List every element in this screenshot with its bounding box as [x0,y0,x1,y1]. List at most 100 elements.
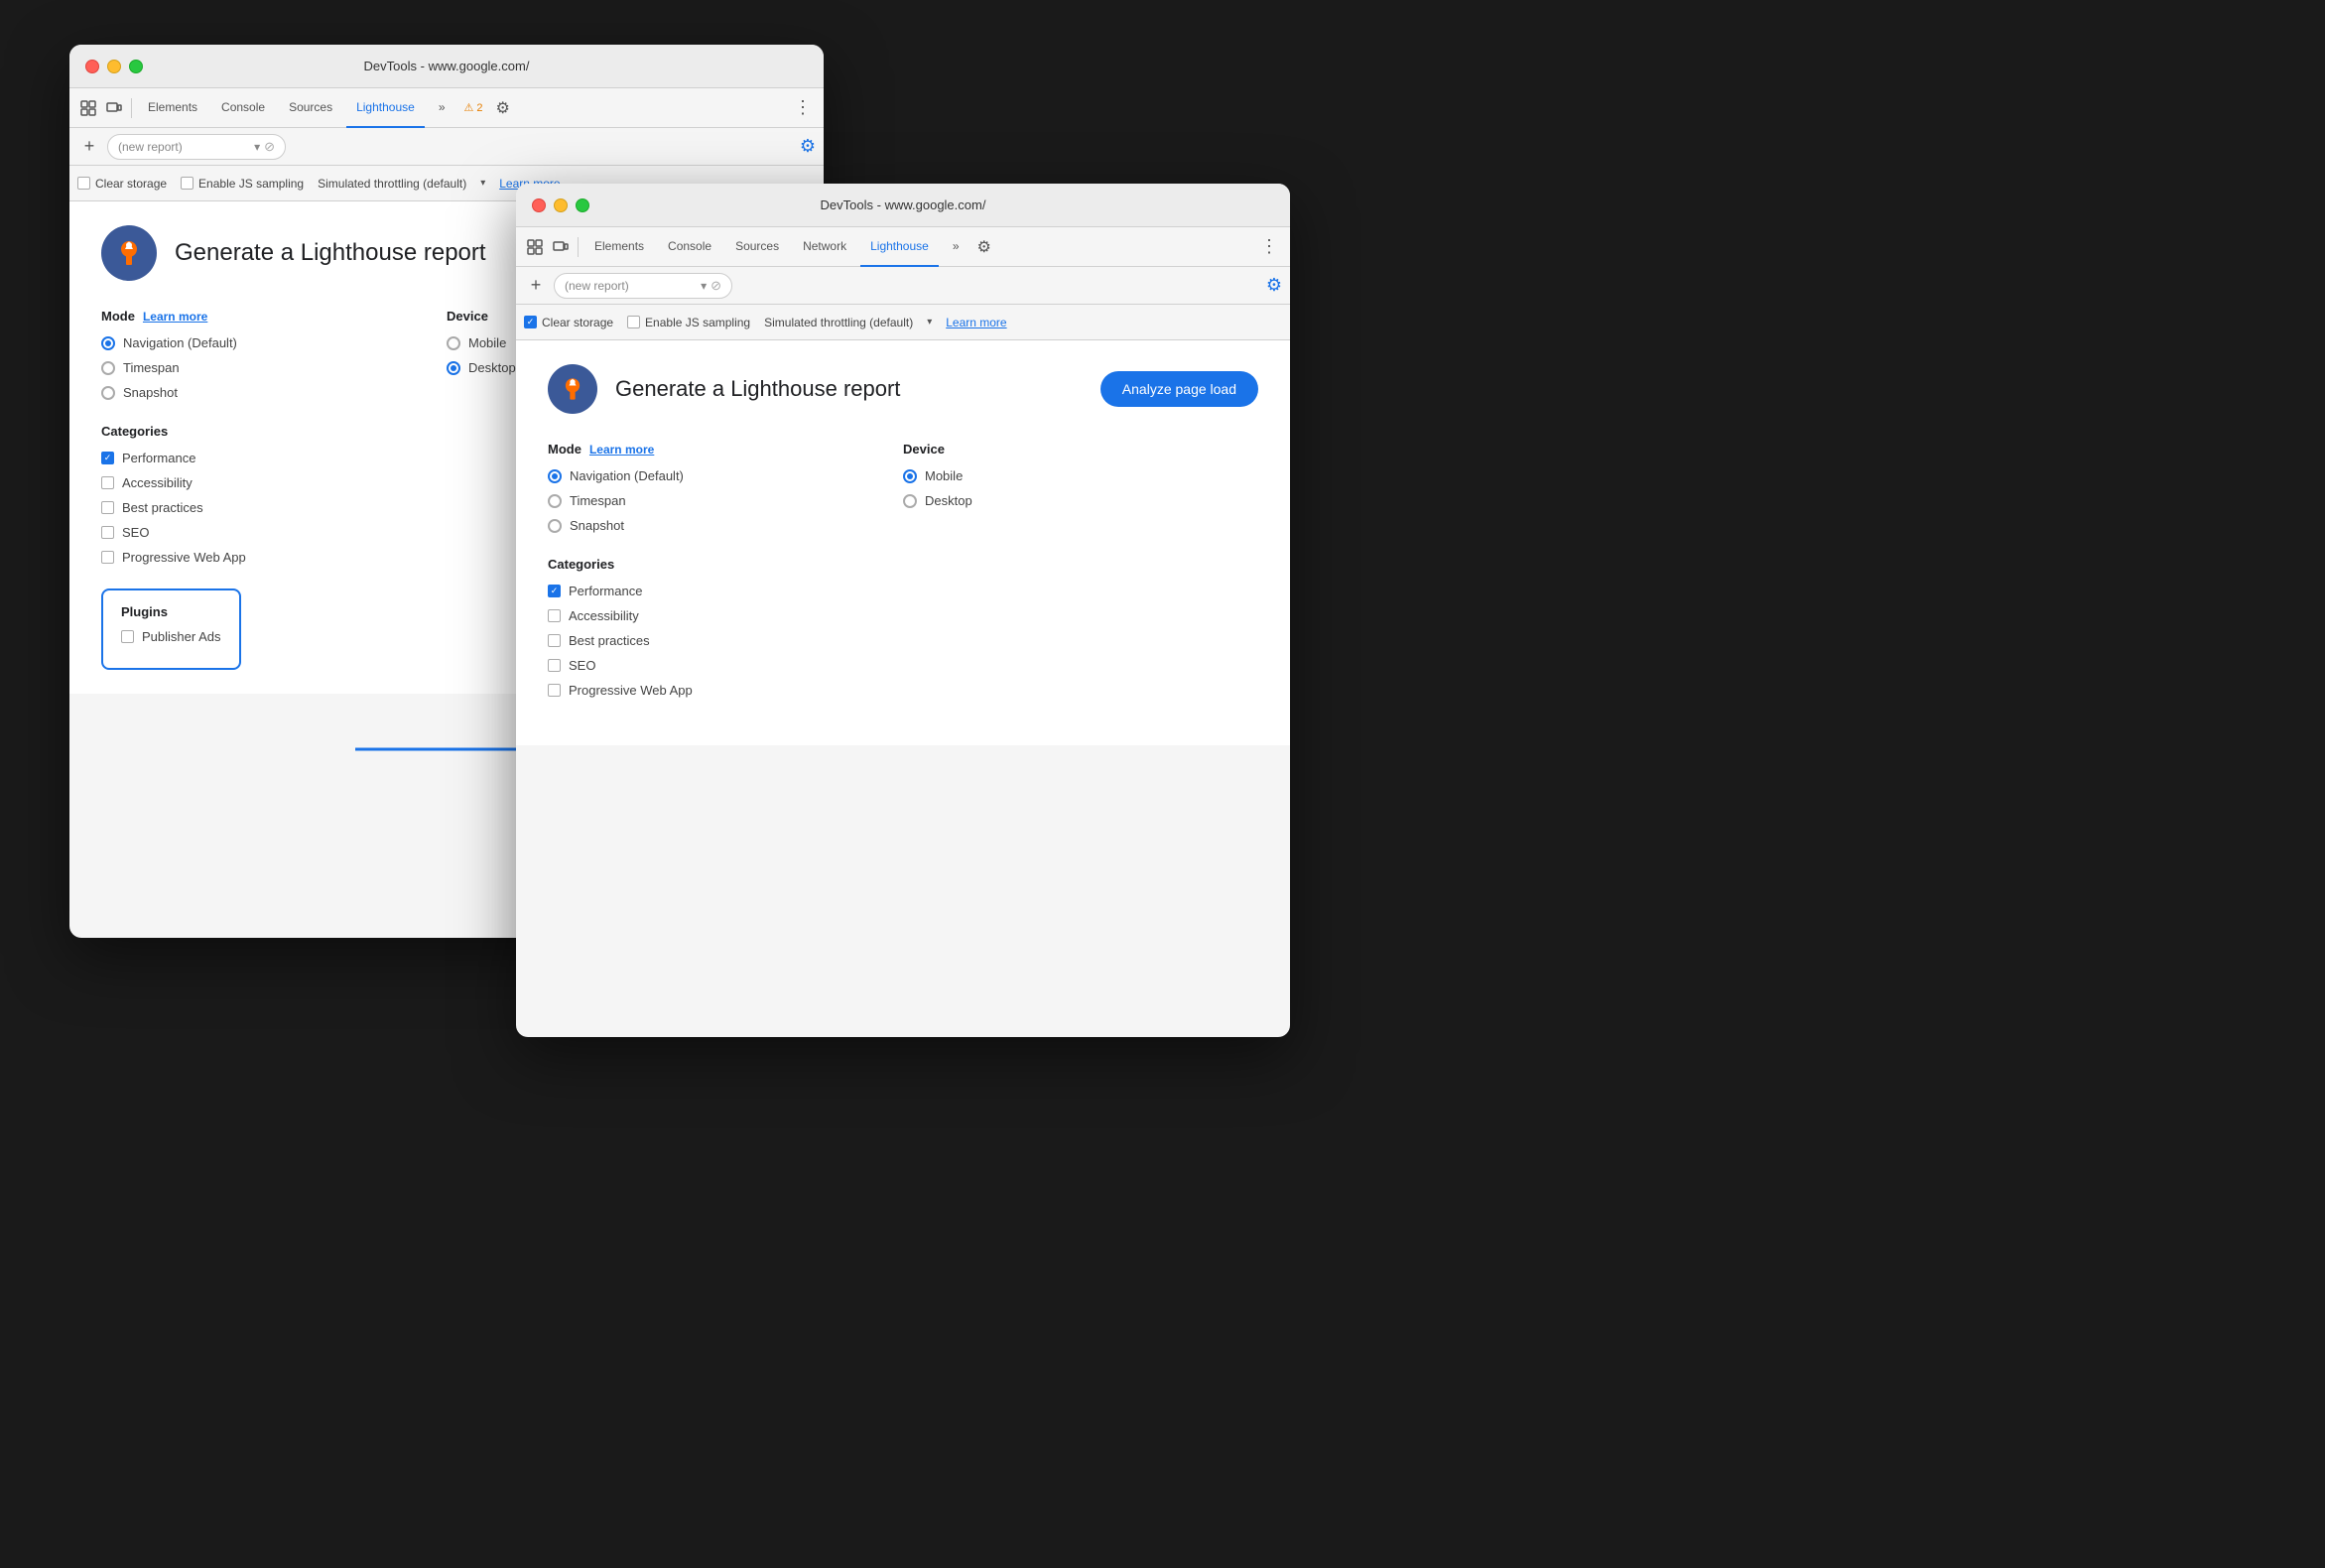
tab-lighthouse-2[interactable]: Lighthouse [860,227,939,267]
responsive-icon-2[interactable] [550,236,572,258]
tab-sources[interactable]: Sources [279,88,342,128]
inspector-icon[interactable] [77,97,99,119]
gear-settings-button-2[interactable]: ⚙ [1266,275,1282,296]
maximize-button-2[interactable] [576,198,589,212]
toolbar-separator-2 [578,237,579,257]
device-section-2: Device Mobile Desktop [903,442,1258,533]
tab-elements[interactable]: Elements [138,88,207,128]
tab-network-2[interactable]: Network [793,227,856,267]
mode-snapshot-1[interactable]: Snapshot [101,385,447,400]
url-field-2[interactable]: (new report) ▾ ⊘ [554,273,732,299]
cat-best-practices-cb-1[interactable] [101,501,114,514]
cat-accessibility-cb-1[interactable] [101,476,114,489]
clear-storage-checkbox-1[interactable]: Clear storage [77,177,167,191]
cat-seo-2[interactable]: SEO [548,658,1258,673]
traffic-lights-1 [85,60,143,73]
plugin-publisher-ads-cb-1[interactable] [121,630,134,643]
mode-navigation-1[interactable]: Navigation (Default) [101,335,447,350]
cat-performance-2[interactable]: ✓ Performance [548,584,1258,598]
gear-button-2[interactable]: ⚙ [973,237,995,257]
js-sampling-checkbox-2[interactable]: Enable JS sampling [627,316,750,329]
mode-learn-more-2[interactable]: Learn more [589,443,654,457]
mode-snapshot-radio-1[interactable] [101,386,115,400]
mode-snapshot-2[interactable]: Snapshot [548,518,903,533]
device-desktop-2[interactable]: Desktop [903,493,1258,508]
clear-storage-cb-2[interactable]: ✓ [524,316,537,328]
tab-console[interactable]: Console [211,88,275,128]
mode-section-1: Mode Learn more Navigation (Default) Tim… [101,309,447,400]
cat-performance-cb-2[interactable]: ✓ [548,585,561,597]
js-sampling-label-2: Enable JS sampling [645,316,750,329]
close-button-1[interactable] [85,60,99,73]
js-sampling-cb-2[interactable] [627,316,640,328]
url-bar-row-2: + (new report) ▾ ⊘ ⚙ [516,267,1290,305]
lighthouse-logo-2 [548,364,597,414]
responsive-icon[interactable] [103,97,125,119]
mode-timespan-radio-1[interactable] [101,361,115,375]
mode-timespan-1[interactable]: Timespan [101,360,447,375]
mode-nav-radio-2[interactable] [548,469,562,483]
mode-learn-more-1[interactable]: Learn more [143,310,207,324]
mode-nav-radio-1[interactable] [101,336,115,350]
js-sampling-checkbox-1[interactable]: Enable JS sampling [181,177,304,191]
tab-lighthouse[interactable]: Lighthouse [346,88,425,128]
mode-snapshot-radio-2[interactable] [548,519,562,533]
js-sampling-label-1: Enable JS sampling [198,177,304,191]
add-report-button-2[interactable]: + [524,275,548,296]
tab-more[interactable]: » [429,88,455,128]
tab-more-2[interactable]: » [943,227,969,267]
tab-elements-2[interactable]: Elements [584,227,654,267]
cat-accessibility-2[interactable]: Accessibility [548,608,1258,623]
throttle-text-2: Simulated throttling (default) [764,316,913,329]
cat-best-practices-cb-2[interactable] [548,634,561,647]
dots-menu-1[interactable]: ⋮ [790,97,816,118]
mode-navigation-2[interactable]: Navigation (Default) [548,468,903,483]
throttle-dropdown-icon-1[interactable]: ▾ [480,178,485,189]
url-bar-row-1: + (new report) ▾ ⊘ ⚙ [69,128,824,166]
add-report-button-1[interactable]: + [77,136,101,157]
gear-button-1[interactable]: ⚙ [492,98,514,118]
device-desktop-radio-2[interactable] [903,494,917,508]
gear-settings-button-1[interactable]: ⚙ [800,136,816,157]
device-mobile-radio-2[interactable] [903,469,917,483]
mode-timespan-radio-2[interactable] [548,494,562,508]
minimize-button-2[interactable] [554,198,568,212]
js-sampling-cb-1[interactable] [181,177,194,190]
clear-storage-cb-1[interactable] [77,177,90,190]
categories-title-2: Categories [548,557,1258,572]
learn-more-link-2[interactable]: Learn more [946,316,1006,329]
maximize-button-1[interactable] [129,60,143,73]
tab-sources-2[interactable]: Sources [725,227,789,267]
clear-storage-checkbox-2[interactable]: ✓ Clear storage [524,316,613,329]
clear-button-1[interactable]: ⊘ [264,139,275,155]
device-mobile-2[interactable]: Mobile [903,468,1258,483]
cat-pwa-cb-1[interactable] [101,551,114,564]
mode-timespan-2[interactable]: Timespan [548,493,903,508]
cat-seo-cb-1[interactable] [101,526,114,539]
report-title-1: Generate a Lighthouse report [175,239,486,267]
inspector-icon-2[interactable] [524,236,546,258]
plugin-publisher-ads-1[interactable]: Publisher Ads [121,629,221,644]
url-field-text-1: (new report) [118,140,250,154]
cat-accessibility-cb-2[interactable] [548,609,561,622]
window-title-1: DevTools - www.google.com/ [364,59,530,73]
tab-console-2[interactable]: Console [658,227,721,267]
cat-performance-cb-1[interactable]: ✓ [101,452,114,464]
title-bar-1: DevTools - www.google.com/ [69,45,824,88]
cat-pwa-cb-2[interactable] [548,684,561,697]
device-mobile-radio-1[interactable] [447,336,460,350]
cat-pwa-2[interactable]: Progressive Web App [548,683,1258,698]
close-button-2[interactable] [532,198,546,212]
cat-best-practices-2[interactable]: Best practices [548,633,1258,648]
clear-button-2[interactable]: ⊘ [710,278,721,294]
throttle-dropdown-icon-2[interactable]: ▾ [927,317,932,327]
plugins-title-1: Plugins [121,604,221,619]
cat-seo-cb-2[interactable] [548,659,561,672]
device-desktop-radio-1[interactable] [447,361,460,375]
mode-radio-group-2: Navigation (Default) Timespan Snapshot [548,468,903,533]
url-field-1[interactable]: (new report) ▾ ⊘ [107,134,286,160]
analyze-page-load-button[interactable]: Analyze page load [1100,371,1258,407]
dots-menu-2[interactable]: ⋮ [1256,236,1282,257]
minimize-button-1[interactable] [107,60,121,73]
clear-storage-label-2: Clear storage [542,316,613,329]
